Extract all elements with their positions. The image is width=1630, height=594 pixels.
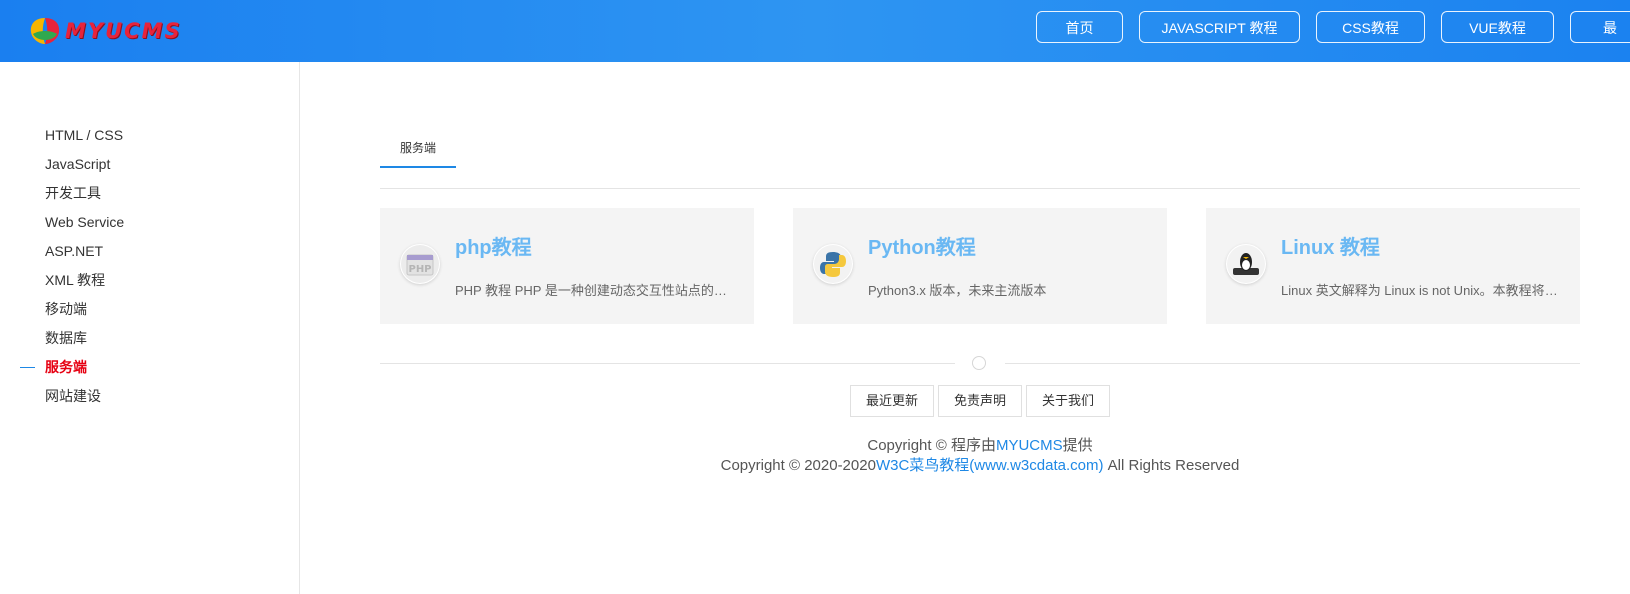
footer-link-recent[interactable]: 最近更新	[849, 385, 934, 417]
card-php[interactable]: PHP php教程 PHP 教程 PHP 是一种创建动态交互性站点的强有力的服务…	[380, 208, 754, 324]
footer-link-about[interactable]: 关于我们	[1026, 385, 1111, 417]
circle-icon	[972, 356, 986, 370]
copyright-line-1: Copyright © 程序由MYUCMS提供	[380, 434, 1580, 455]
nav-javascript[interactable]: JAVASCRIPT 教程	[1139, 11, 1300, 43]
linux-icon	[1226, 244, 1266, 284]
sidebar-item-label: Web Service	[45, 214, 125, 230]
card-title: Python教程	[868, 237, 976, 259]
copyright-text: All Rights Reserved	[1103, 457, 1240, 474]
site-logo[interactable]: MYUCMS	[29, 16, 182, 46]
card-python[interactable]: Python教程 Python3.x 版本，未来主流版本	[793, 208, 1167, 324]
tab-bar: 服务端	[380, 130, 1580, 189]
nav-home[interactable]: 首页	[1036, 11, 1123, 43]
divider-line	[380, 363, 955, 364]
sidebar-menu: HTML / CSS JavaScript 开发工具 Web Service A…	[0, 121, 124, 411]
sidebar-item-xml[interactable]: XML 教程	[0, 266, 124, 295]
python-icon	[813, 244, 853, 284]
sidebar-item-javascript[interactable]: JavaScript	[0, 150, 124, 179]
logo-text: MYUCMS	[65, 19, 182, 43]
card-desc: PHP 教程 PHP 是一种创建动态交互性站点的强有力的服务器端脚本语言。	[455, 283, 735, 298]
active-indicator	[20, 367, 35, 368]
sidebar-item-mobile[interactable]: 移动端	[0, 295, 124, 324]
svg-text:PHP: PHP	[408, 264, 431, 275]
sidebar-item-label: 开发工具	[45, 185, 101, 201]
myucms-link[interactable]: MYUCMS	[996, 437, 1063, 454]
w3cdata-link[interactable]: W3C菜鸟教程(www.w3cdata.com)	[876, 457, 1104, 474]
divider-line	[1005, 363, 1580, 364]
card-desc: Python3.x 版本，未来主流版本	[868, 283, 1047, 298]
footer-link-disclaimer[interactable]: 免责声明	[937, 385, 1022, 417]
sidebar-item-html-css[interactable]: HTML / CSS	[0, 121, 124, 150]
sidebar-item-server[interactable]: 服务端	[0, 353, 124, 382]
nav-more[interactable]: 最	[1570, 11, 1630, 43]
footer-links: 最近更新 免责声明 关于我们	[380, 385, 1580, 417]
copyright-text: 提供	[1062, 437, 1093, 454]
sidebar-item-label: 移动端	[45, 301, 87, 317]
sidebar-item-aspnet[interactable]: ASP.NET	[0, 237, 124, 266]
card-linux[interactable]: Linux 教程 Linux 英文解释为 Linux is not Unix。本…	[1206, 208, 1580, 324]
sidebar-item-database[interactable]: 数据库	[0, 324, 124, 353]
php-icon: PHP	[400, 244, 440, 284]
logo-icon	[30, 18, 60, 44]
nav-css[interactable]: CSS教程	[1316, 11, 1425, 43]
copyright-text: Copyright © 2020-2020	[720, 457, 876, 474]
sidebar-item-label: 数据库	[45, 330, 87, 346]
sidebar-item-website[interactable]: 网站建设	[0, 382, 124, 411]
copyright-text: Copyright © 程序由	[867, 437, 996, 454]
copyright-line-2: Copyright © 2020-2020W3C菜鸟教程(www.w3cdata…	[380, 454, 1580, 475]
tab-server[interactable]: 服务端	[380, 130, 456, 168]
sidebar-item-label: ASP.NET	[45, 243, 104, 259]
nav-vue[interactable]: VUE教程	[1441, 11, 1554, 43]
card-grid: PHP php教程 PHP 教程 PHP 是一种创建动态交互性站点的强有力的服务…	[380, 208, 1580, 324]
sidebar-item-label: HTML / CSS	[45, 127, 124, 143]
sidebar-item-label: XML 教程	[45, 272, 106, 288]
card-title: Linux 教程	[1281, 237, 1380, 259]
sidebar: HTML / CSS JavaScript 开发工具 Web Service A…	[0, 62, 300, 594]
top-header: MYUCMS 首页 JAVASCRIPT 教程 CSS教程 VUE教程 最	[0, 0, 1630, 62]
card-desc: Linux 英文解释为 Linux is not Unix。本教程将介绍Linu…	[1281, 283, 1561, 298]
card-title: php教程	[455, 237, 532, 259]
sidebar-item-label: 网站建设	[45, 388, 101, 404]
sidebar-item-label: JavaScript	[45, 156, 111, 172]
sidebar-item-web-service[interactable]: Web Service	[0, 208, 124, 237]
top-nav: 首页 JAVASCRIPT 教程 CSS教程 VUE教程 最	[1036, 11, 1630, 43]
section-divider	[380, 354, 1580, 374]
sidebar-item-dev-tools[interactable]: 开发工具	[0, 179, 124, 208]
sidebar-item-label: 服务端	[45, 359, 87, 375]
